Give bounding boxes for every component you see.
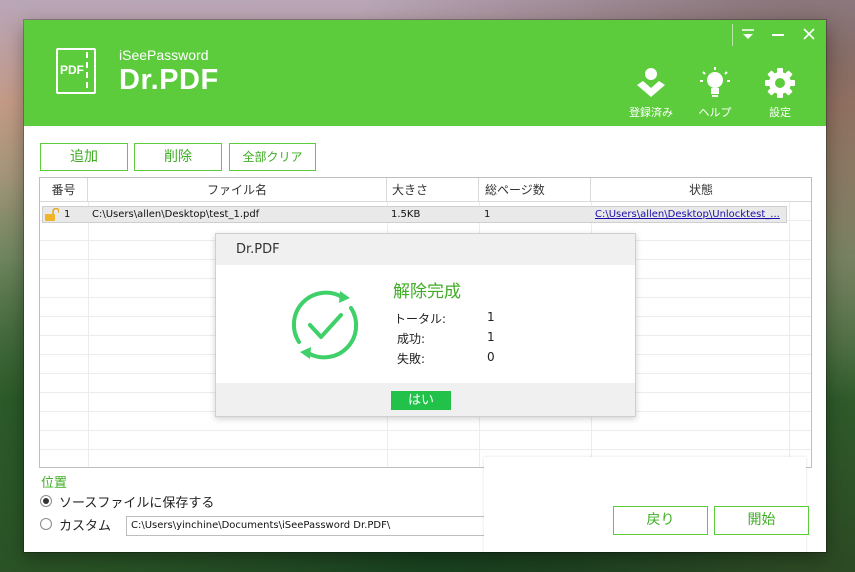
settings-button[interactable]: 設定 <box>751 66 809 122</box>
source-folder-label[interactable]: ソースファイルに保存する <box>59 492 214 511</box>
custom-folder-radio[interactable] <box>40 518 52 530</box>
back-button[interactable]: 戻り <box>613 506 708 535</box>
row-number: 1 <box>64 209 71 220</box>
custom-folder-label[interactable]: カスタム <box>59 515 111 534</box>
success-check-icon <box>291 290 359 360</box>
window-controls-divider <box>732 24 733 46</box>
start-button[interactable]: 開始 <box>714 506 809 535</box>
fail-label: 失敗: <box>397 352 426 366</box>
dialog-footer: はい <box>216 383 635 416</box>
clear-all-button[interactable]: 全部クリア <box>229 143 316 171</box>
location-label: 位置 <box>41 476 68 491</box>
minimize-button[interactable] <box>764 20 792 48</box>
source-folder-radio[interactable] <box>40 495 52 507</box>
brand-subtitle: iSeePassword <box>119 47 209 63</box>
unlock-icon <box>45 208 59 221</box>
column-header-size[interactable]: 大きさ <box>387 178 479 202</box>
fail-value: 0 <box>487 350 495 364</box>
app-title: Dr.PDF <box>119 64 219 96</box>
dialog-headline: 解除完成 <box>393 282 461 302</box>
ok-button[interactable]: はい <box>391 391 451 410</box>
close-icon <box>803 28 815 40</box>
minimize-icon <box>772 34 784 36</box>
app-window: PDF iSeePassword Dr.PDF 登録済み ヘルプ 設定 追加 削… <box>24 20 826 552</box>
help-label: ヘルプ <box>698 106 732 119</box>
add-button[interactable]: 追加 <box>40 143 128 171</box>
action-panel <box>484 457 806 552</box>
column-header-filename[interactable]: ファイル名 <box>88 178 387 202</box>
column-header-status[interactable]: 状態 <box>591 178 811 202</box>
total-label: トータル: <box>394 312 447 326</box>
success-value: 1 <box>487 330 495 344</box>
help-button[interactable]: ヘルプ <box>686 66 744 122</box>
gear-icon <box>765 68 795 98</box>
registered-user-icon <box>637 68 665 97</box>
registered-button[interactable]: 登録済み <box>622 66 680 122</box>
lightbulb-icon <box>700 67 730 97</box>
row-pages: 1 <box>484 209 491 220</box>
logo-text: PDF <box>60 63 84 77</box>
row-size: 1.5KB <box>391 209 421 220</box>
app-header: PDF iSeePassword Dr.PDF 登録済み ヘルプ 設定 <box>24 20 826 126</box>
close-button[interactable] <box>795 20 823 48</box>
chevron-down-icon <box>742 29 754 39</box>
result-dialog: Dr.PDF 解除完成 トータル: 1 成功: 1 失敗: 0 はい <box>215 233 636 417</box>
row-status-link[interactable]: C:\Users\allen\Desktop\Unlocktest_... <box>595 206 781 223</box>
total-value: 1 <box>487 310 495 324</box>
registered-label: 登録済み <box>629 106 673 119</box>
row-filename: C:\Users\allen\Desktop\test_1.pdf <box>92 209 260 220</box>
table-header: 番号 ファイル名 大きさ 総ページ数 状態 <box>40 178 811 202</box>
pdf-logo-icon: PDF <box>56 48 104 94</box>
dialog-title: Dr.PDF <box>216 234 635 265</box>
column-header-pages[interactable]: 総ページ数 <box>479 178 591 202</box>
success-label: 成功: <box>397 332 426 346</box>
settings-label: 設定 <box>769 106 791 119</box>
remove-button[interactable]: 削除 <box>134 143 222 171</box>
dropdown-button[interactable] <box>734 20 762 48</box>
column-header-number[interactable]: 番号 <box>40 178 88 202</box>
